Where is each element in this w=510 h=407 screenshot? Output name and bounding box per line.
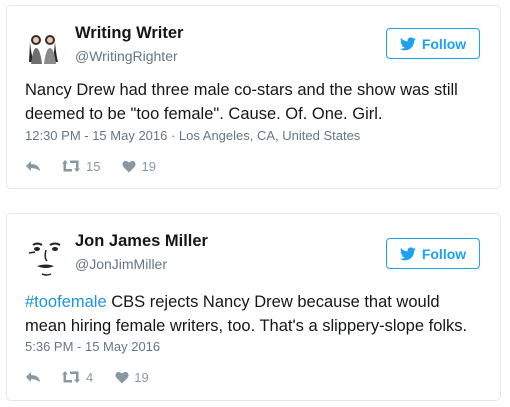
follow-button[interactable]: Follow — [386, 238, 480, 269]
two-women-avatar-icon — [25, 28, 61, 64]
tweet-card: Jon James Miller @JonJimMiller Follow #t… — [6, 213, 501, 401]
avatar[interactable] — [25, 236, 67, 278]
like-count: 19 — [134, 369, 149, 385]
like-button[interactable]: 19 — [115, 369, 149, 385]
retweet-button[interactable]: 4 — [61, 370, 93, 385]
tweet-actions: 15 19 — [25, 156, 156, 176]
reply-icon — [26, 161, 40, 171]
heart-icon — [122, 160, 137, 172]
tweet-text: Nancy Drew had three male co-stars and t… — [25, 81, 458, 123]
heart-icon — [115, 371, 129, 383]
retweet-count: 15 — [86, 158, 101, 174]
retweet-count: 4 — [86, 369, 94, 385]
user-handle[interactable]: @WritingRighter — [75, 48, 178, 64]
location[interactable]: Los Angeles, CA, United States — [179, 128, 360, 143]
meta-separator: · — [167, 128, 179, 143]
follow-label: Follow — [421, 245, 467, 262]
tweet-text: #toofemale CBS rejects Nancy Drew becaus… — [25, 290, 485, 338]
sketched-face-avatar-icon — [25, 236, 67, 278]
tweet-meta: 5:36 PM - 15 May 2016 — [25, 339, 160, 354]
retweet-icon — [62, 160, 80, 172]
twitter-bird-icon — [399, 246, 416, 260]
display-name[interactable]: Jon James Miller — [75, 232, 208, 251]
timestamp[interactable]: 5:36 PM - 15 May 2016 — [25, 339, 160, 354]
tweet-actions: 4 19 — [25, 367, 149, 387]
retweet-icon — [62, 371, 80, 383]
like-count: 19 — [141, 158, 156, 174]
reply-button[interactable] — [25, 159, 41, 173]
tweet-card: Writing Writer @WritingRighter Follow Na… — [6, 5, 501, 189]
twitter-bird-icon — [399, 36, 416, 50]
tweet-meta: 12:30 PM - 15 May 2016 · Los Angeles, CA… — [25, 128, 360, 143]
hashtag-link[interactable]: #toofemale — [25, 293, 107, 311]
follow-button[interactable]: Follow — [386, 28, 480, 59]
like-button[interactable]: 19 — [122, 158, 156, 174]
display-name[interactable]: Writing Writer — [75, 24, 183, 43]
reply-button[interactable] — [25, 370, 41, 384]
reply-icon — [26, 372, 40, 382]
retweet-button[interactable]: 15 — [61, 159, 100, 174]
timestamp[interactable]: 12:30 PM - 15 May 2016 — [25, 128, 167, 143]
user-handle[interactable]: @JonJimMiller — [75, 256, 167, 272]
follow-label: Follow — [421, 35, 467, 52]
avatar[interactable] — [25, 28, 61, 64]
